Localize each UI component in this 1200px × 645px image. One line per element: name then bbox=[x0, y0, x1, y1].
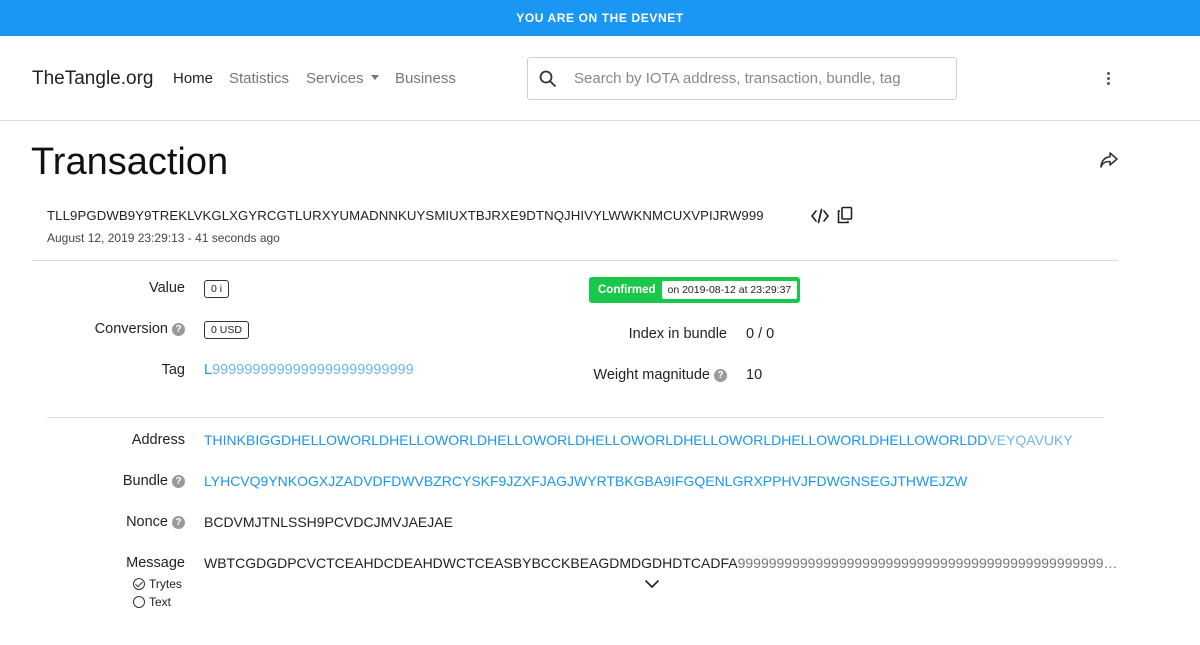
address-link[interactable]: THINKBIGGDHELLOWORLDHELLOWORLDHELLOWORLD… bbox=[204, 432, 1073, 448]
search-icon bbox=[539, 70, 556, 87]
message-main: WBTCGDGDPCVCTCEAHDCDEAHDWCTCEASBYBCCKBEA… bbox=[204, 555, 738, 571]
code-icon[interactable] bbox=[810, 207, 830, 225]
radio-trytes[interactable]: Trytes bbox=[133, 577, 182, 591]
tag-prefix: L bbox=[204, 362, 213, 378]
nonce-value: BCDVMJTNLSSH9PCVDCJMVJAEJAE bbox=[204, 514, 453, 530]
nav-business[interactable]: Business bbox=[395, 70, 456, 87]
chevron-down-icon bbox=[370, 75, 379, 80]
address-label: Address bbox=[131, 432, 185, 448]
weight-value: 10 bbox=[746, 367, 763, 383]
message-label: Message bbox=[126, 555, 185, 571]
copy-icon[interactable] bbox=[837, 206, 853, 224]
conversion-pill[interactable]: 0 USD bbox=[204, 321, 249, 339]
kebab-dot bbox=[1106, 76, 1110, 80]
index-label: Index in bundle bbox=[628, 326, 727, 342]
tag-padding: 9999999999999999999999999 bbox=[212, 362, 414, 378]
bundle-label: Bundle bbox=[122, 473, 168, 489]
kebab-dot bbox=[1106, 81, 1110, 85]
divider bbox=[32, 260, 1118, 261]
navbar: TheTangle.org Home Statistics Services B… bbox=[0, 36, 1200, 121]
bundle-label-row: Bundle? bbox=[60, 473, 185, 489]
bundle-link[interactable]: LYHCVQ9YNKOGXJZADVDFDWVBZRCYSKF9JZXFJAGJ… bbox=[204, 473, 967, 489]
conversion-label: Conversion bbox=[94, 321, 168, 337]
share-icon[interactable] bbox=[1099, 151, 1119, 169]
address-checksum: VEYQAVUKY bbox=[987, 432, 1073, 448]
help-icon[interactable]: ? bbox=[714, 369, 727, 382]
divider bbox=[47, 417, 1103, 418]
nonce-label-row: Nonce? bbox=[60, 514, 185, 530]
page-title: Transaction bbox=[31, 141, 229, 183]
confirmed-badge: Confirmed on 2019-08-12 at 23:29:37 bbox=[589, 277, 801, 303]
help-icon[interactable]: ? bbox=[172, 323, 185, 336]
help-icon[interactable]: ? bbox=[172, 475, 185, 488]
value-label: Value bbox=[148, 280, 185, 296]
search-input[interactable] bbox=[574, 64, 944, 93]
status-date: on 2019-08-12 at 23:29:37 bbox=[661, 281, 798, 299]
status-label: Confirmed bbox=[598, 284, 656, 296]
radio-text-label: Text bbox=[149, 595, 172, 609]
nav-services-label: Services bbox=[306, 70, 364, 87]
brand-logo[interactable]: TheTangle.org bbox=[32, 68, 153, 90]
help-icon[interactable]: ? bbox=[172, 516, 185, 529]
radio-text[interactable]: Text bbox=[133, 595, 171, 609]
search-box[interactable] bbox=[527, 57, 957, 100]
kebab-dot bbox=[1106, 71, 1110, 75]
kebab-menu-icon[interactable] bbox=[1097, 66, 1119, 90]
devnet-banner-text: YOU ARE ON THE DEVNET bbox=[516, 11, 684, 25]
weight-label-row: Weight magnitude? bbox=[560, 367, 727, 383]
tag-link[interactable]: L9999999999999999999999999 bbox=[204, 362, 414, 378]
weight-label: Weight magnitude bbox=[593, 367, 710, 383]
transaction-hash: TLL9PGDWB9Y9TREKLVKGLXGYRCGTLURXYUMADNNK… bbox=[47, 208, 764, 223]
nav-statistics[interactable]: Statistics bbox=[229, 70, 289, 87]
radio-trytes-label: Trytes bbox=[149, 577, 182, 591]
value-pill[interactable]: 0 i bbox=[204, 280, 230, 298]
radio-unchecked-icon bbox=[133, 596, 145, 608]
message-padding: 9999999999999999999999999999999999999999… bbox=[737, 555, 1118, 571]
tag-label: Tag bbox=[161, 362, 185, 378]
radio-checked-icon bbox=[133, 578, 145, 590]
transaction-timestamp: August 12, 2019 23:29:13 - 41 seconds ag… bbox=[47, 231, 280, 245]
nav-services[interactable]: Services bbox=[306, 70, 379, 87]
devnet-banner: YOU ARE ON THE DEVNET bbox=[0, 0, 1200, 36]
nav-home[interactable]: Home bbox=[173, 70, 213, 87]
conversion-label-row: Conversion? bbox=[60, 321, 185, 337]
message-value: WBTCGDGDPCVCTCEAHDCDEAHDWCTCEASBYBCCKBEA… bbox=[204, 555, 1118, 571]
nonce-label: Nonce bbox=[126, 514, 168, 530]
index-value: 0 / 0 bbox=[746, 326, 775, 342]
chevron-down-icon[interactable] bbox=[644, 578, 660, 590]
address-main: THINKBIGGDHELLOWORLDHELLOWORLDHELLOWORLD… bbox=[204, 432, 988, 448]
